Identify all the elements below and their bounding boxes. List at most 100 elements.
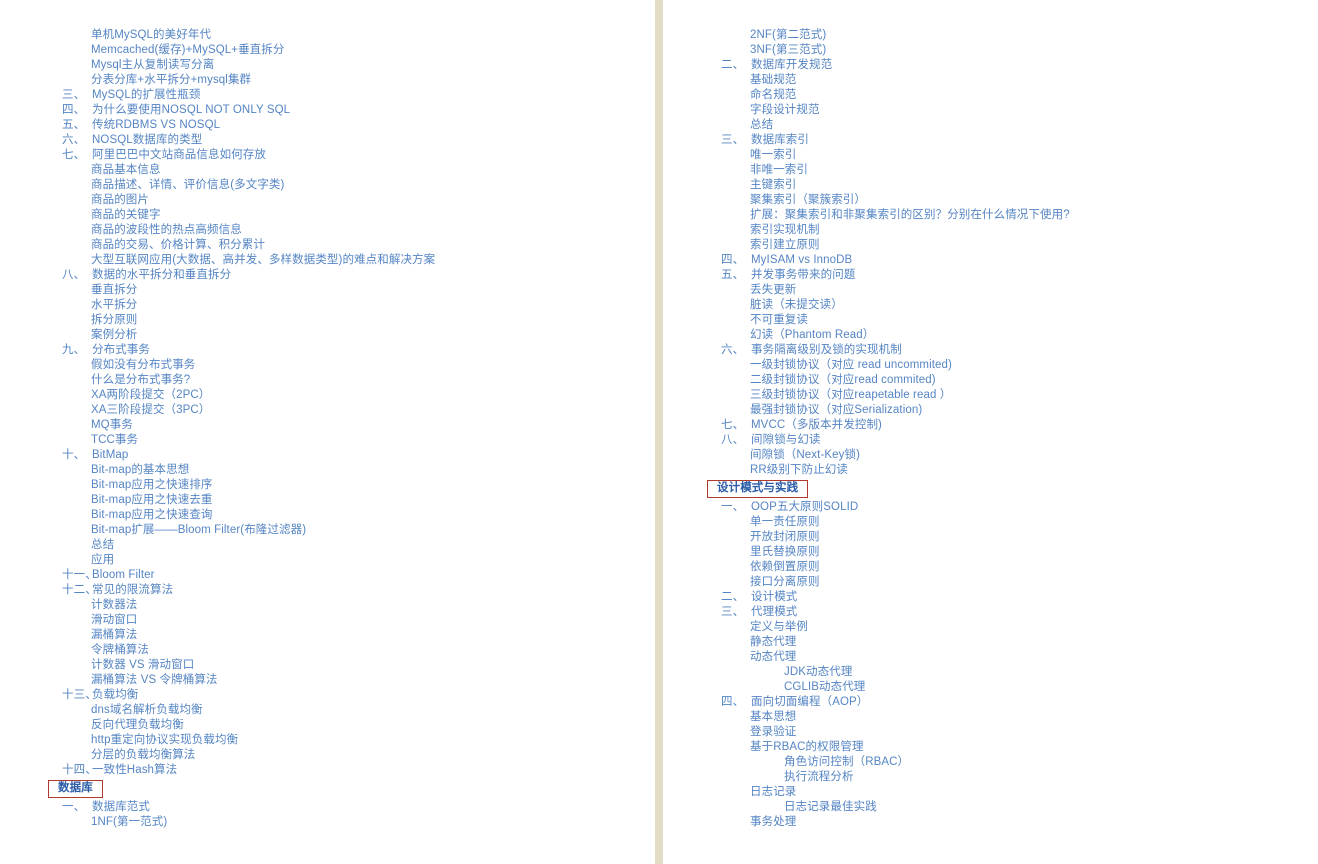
toc-subsubitem[interactable]: CGLIB动态代理 (707, 680, 1318, 695)
toc-chapter-item[interactable]: 六、 NOSQL数据库的类型 (48, 133, 655, 148)
toc-chapter-item[interactable]: 一、 数据库范式 (48, 800, 655, 815)
toc-chapter-item[interactable]: 六、 事务隔离级别及锁的实现机制 (707, 343, 1318, 358)
toc-chapter-item[interactable]: 五、 传统RDBMS VS NOSQL (48, 118, 655, 133)
toc-subitem[interactable]: 垂直拆分 (48, 283, 655, 298)
toc-chapter-item[interactable]: 三、 数据库索引 (707, 133, 1318, 148)
toc-subitem[interactable]: Memcached(缓存)+MySQL+垂直拆分 (48, 43, 655, 58)
toc-subitem[interactable]: 大型互联网应用(大数据、高并发、多样数据类型)的难点和解决方案 (48, 253, 655, 268)
toc-subsubitem[interactable]: 角色访问控制（RBAC） (707, 755, 1318, 770)
toc-subitem[interactable]: 假如没有分布式事务 (48, 358, 655, 373)
toc-subitem[interactable]: 漏桶算法 VS 令牌桶算法 (48, 673, 655, 688)
toc-chapter-item[interactable]: 五、 并发事务带来的问题 (707, 268, 1318, 283)
toc-subitem[interactable]: 单一责任原则 (707, 515, 1318, 530)
toc-subitem[interactable]: 索引建立原则 (707, 238, 1318, 253)
toc-subitem[interactable]: 命名规范 (707, 88, 1318, 103)
toc-chapter-item[interactable]: 四、 MyISAM vs InnoDB (707, 253, 1318, 268)
toc-chapter-item[interactable]: 一、 OOP五大原则SOLID (707, 500, 1318, 515)
toc-subitem[interactable]: 扩展：聚集索引和非聚集索引的区别？分别在什么情况下使用? (707, 208, 1318, 223)
toc-subitem[interactable]: 反向代理负载均衡 (48, 718, 655, 733)
toc-subitem[interactable]: 总结 (48, 538, 655, 553)
toc-chapter-item[interactable]: 八、 间隙锁与幻读 (707, 433, 1318, 448)
toc-subitem[interactable]: 漏桶算法 (48, 628, 655, 643)
toc-chapter-item[interactable]: 十四、一致性Hash算法 (48, 763, 655, 778)
toc-subitem[interactable]: 一级封锁协议（对应 read uncommited) (707, 358, 1318, 373)
toc-subitem[interactable]: Bit-map的基本思想 (48, 463, 655, 478)
toc-subitem[interactable]: 2NF(第二范式) (707, 28, 1318, 43)
toc-chapter-item[interactable]: 四、 面向切面编程（AOP） (707, 695, 1318, 710)
toc-subitem[interactable]: 最强封锁协议（对应Serialization) (707, 403, 1318, 418)
toc-subitem[interactable]: 令牌桶算法 (48, 643, 655, 658)
toc-subitem[interactable]: TCC事务 (48, 433, 655, 448)
toc-chapter-item[interactable]: 三、 MySQL的扩展性瓶颈 (48, 88, 655, 103)
toc-subitem[interactable]: 登录验证 (707, 725, 1318, 740)
toc-subitem[interactable]: 事务处理 (707, 815, 1318, 830)
toc-subsubitem[interactable]: 日志记录最佳实践 (707, 800, 1318, 815)
toc-subitem[interactable]: 定义与举例 (707, 620, 1318, 635)
toc-subitem[interactable]: 商品的波段性的热点高频信息 (48, 223, 655, 238)
toc-subitem[interactable]: 商品的关键字 (48, 208, 655, 223)
toc-subitem[interactable]: 索引实现机制 (707, 223, 1318, 238)
toc-subitem[interactable]: Bit-map应用之快速排序 (48, 478, 655, 493)
toc-subitem[interactable]: 动态代理 (707, 650, 1318, 665)
toc-subitem[interactable]: 1NF(第一范式) (48, 815, 655, 830)
toc-chapter-item[interactable]: 四、 为什么要使用NOSQL NOT ONLY SQL (48, 103, 655, 118)
toc-subitem[interactable]: 商品描述、详情、评价信息(多文字类) (48, 178, 655, 193)
toc-chapter-item[interactable]: 七、 MVCC（多版本并发控制) (707, 418, 1318, 433)
toc-subitem[interactable]: Bit-map扩展——Bloom Filter(布隆过滤器) (48, 523, 655, 538)
toc-subitem[interactable]: RR级别下防止幻读 (707, 463, 1318, 478)
toc-chapter-item[interactable]: 七、 阿里巴巴中文站商品信息如何存放 (48, 148, 655, 163)
toc-chapter-item[interactable]: 九、 分布式事务 (48, 343, 655, 358)
toc-subitem[interactable]: 非唯一索引 (707, 163, 1318, 178)
toc-subitem[interactable]: 静态代理 (707, 635, 1318, 650)
toc-subitem[interactable]: 分层的负载均衡算法 (48, 748, 655, 763)
toc-subitem[interactable]: 分表分库+水平拆分+mysql集群 (48, 73, 655, 88)
toc-chapter-item[interactable]: 八、 数据的水平拆分和垂直拆分 (48, 268, 655, 283)
toc-subitem[interactable]: 基于RBAC的权限管理 (707, 740, 1318, 755)
toc-subitem[interactable]: 总结 (707, 118, 1318, 133)
toc-subitem[interactable]: 商品基本信息 (48, 163, 655, 178)
toc-subitem[interactable]: Bit-map应用之快速查询 (48, 508, 655, 523)
toc-subitem[interactable]: 计数器法 (48, 598, 655, 613)
toc-subitem[interactable]: 二级封锁协议（对应read commited) (707, 373, 1318, 388)
toc-subitem[interactable]: 聚集索引（聚簇索引） (707, 193, 1318, 208)
toc-subitem[interactable]: Bit-map应用之快速去重 (48, 493, 655, 508)
toc-subitem[interactable]: 不可重复读 (707, 313, 1318, 328)
toc-subitem[interactable]: 开放封闭原则 (707, 530, 1318, 545)
toc-chapter-item[interactable]: 十、 BitMap (48, 448, 655, 463)
toc-subitem[interactable]: Mysql主从复制读写分离 (48, 58, 655, 73)
toc-subitem[interactable]: 水平拆分 (48, 298, 655, 313)
toc-subitem[interactable]: XA三阶段提交（3PC） (48, 403, 655, 418)
toc-subitem[interactable]: 案例分析 (48, 328, 655, 343)
toc-subsubitem[interactable]: 执行流程分析 (707, 770, 1318, 785)
toc-subitem[interactable]: 三级封锁协议（对应reapetable read ） (707, 388, 1318, 403)
toc-chapter-item[interactable]: 十三、负载均衡 (48, 688, 655, 703)
toc-subitem[interactable]: 幻读（Phantom Read） (707, 328, 1318, 343)
toc-subitem[interactable]: MQ事务 (48, 418, 655, 433)
toc-chapter-item[interactable]: 二、 数据库开发规范 (707, 58, 1318, 73)
toc-subitem[interactable]: 3NF(第三范式) (707, 43, 1318, 58)
toc-subitem[interactable]: 应用 (48, 553, 655, 568)
toc-subitem[interactable]: http重定向协议实现负载均衡 (48, 733, 655, 748)
toc-subitem[interactable]: 基本思想 (707, 710, 1318, 725)
toc-subitem[interactable]: 间隙锁（Next-Key锁) (707, 448, 1318, 463)
toc-subitem[interactable]: 拆分原则 (48, 313, 655, 328)
toc-subitem[interactable]: 接口分离原则 (707, 575, 1318, 590)
toc-chapter-item[interactable]: 三、 代理模式 (707, 605, 1318, 620)
toc-section-header[interactable]: 数据库 (48, 780, 655, 799)
toc-subitem[interactable]: 字段设计规范 (707, 103, 1318, 118)
toc-section-header[interactable]: 设计模式与实践 (707, 480, 1318, 499)
toc-subitem[interactable]: XA两阶段提交（2PC） (48, 388, 655, 403)
toc-chapter-item[interactable]: 二、 设计模式 (707, 590, 1318, 605)
toc-subitem[interactable]: 基础规范 (707, 73, 1318, 88)
toc-subitem[interactable]: 滑动窗口 (48, 613, 655, 628)
toc-subitem[interactable]: 脏读（未提交读） (707, 298, 1318, 313)
toc-subitem[interactable]: 丢失更新 (707, 283, 1318, 298)
toc-chapter-item[interactable]: 十二、常见的限流算法 (48, 583, 655, 598)
toc-subitem[interactable]: 日志记录 (707, 785, 1318, 800)
toc-subitem[interactable]: 商品的交易、价格计算、积分累计 (48, 238, 655, 253)
toc-chapter-item[interactable]: 十一、Bloom Filter (48, 568, 655, 583)
toc-subitem[interactable]: 里氏替换原则 (707, 545, 1318, 560)
toc-subitem[interactable]: 单机MySQL的美好年代 (48, 28, 655, 43)
toc-subitem[interactable]: 依赖倒置原则 (707, 560, 1318, 575)
toc-subitem[interactable]: 什么是分布式事务? (48, 373, 655, 388)
